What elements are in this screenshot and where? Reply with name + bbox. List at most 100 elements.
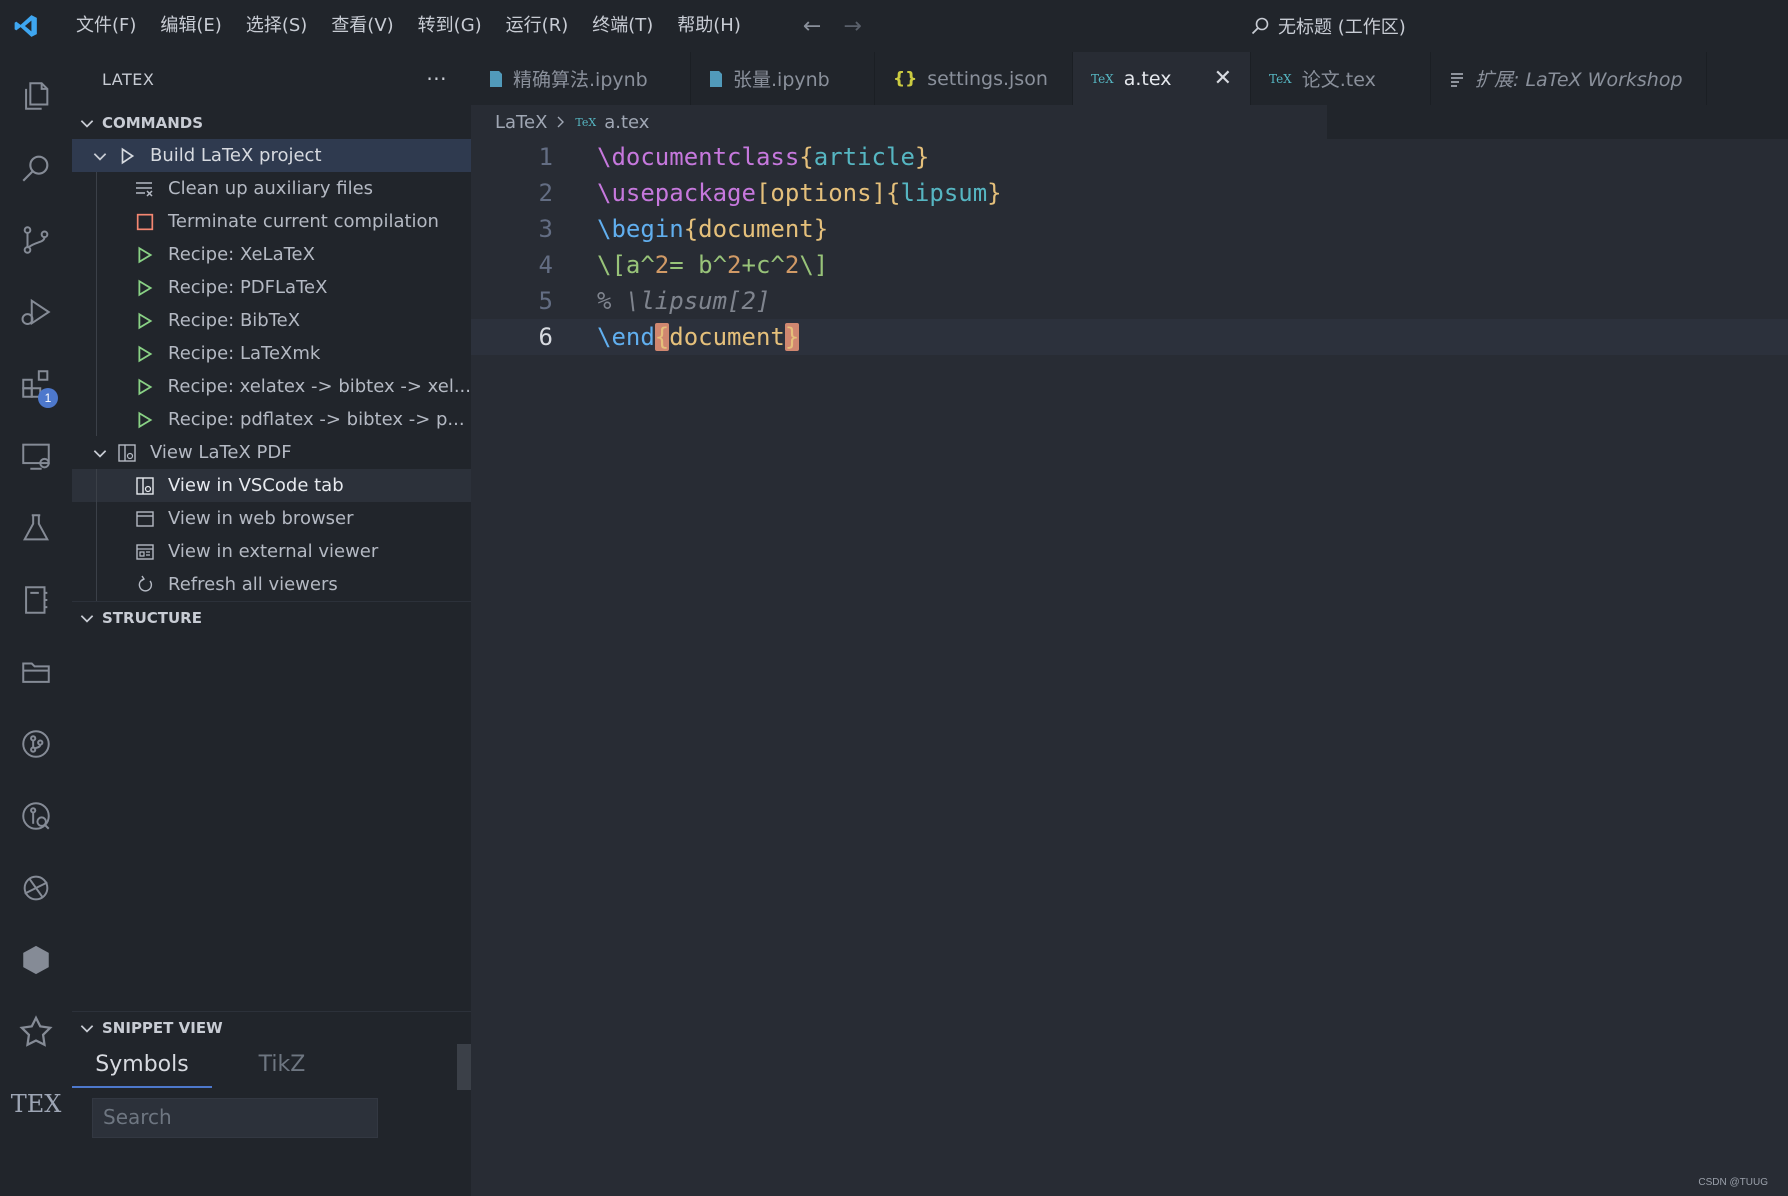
command-label: Recipe: XeLaTeX: [168, 244, 315, 265]
recipe-pdflatex-bibtex[interactable]: Recipe: pdflatex -> bibtex -> p...: [72, 403, 471, 436]
external-viewer-icon: [132, 541, 158, 563]
snippet-panel: Symbols TikZ Search: [72, 1044, 471, 1138]
tab-label: 论文.tex: [1301, 69, 1376, 91]
run-debug-icon[interactable]: [0, 276, 72, 348]
notebook-icon[interactable]: [0, 564, 72, 636]
code-content: \documentclass{article}: [597, 143, 930, 171]
tab-settings-json[interactable]: {} settings.json: [875, 52, 1073, 105]
tab-a-tex[interactable]: TeX a.tex ✕: [1073, 52, 1251, 105]
play-green-icon: [132, 376, 158, 398]
tab-extension-latex-workshop[interactable]: 扩展: LaTeX Workshop: [1431, 52, 1707, 105]
preview-icon: [132, 475, 158, 497]
code-editor[interactable]: 1 \documentclass{article} 2 \usepackage[…: [471, 139, 1788, 1196]
menu-selection[interactable]: 选择(S): [234, 0, 319, 52]
code-line-5[interactable]: 5 % \lipsum[2]: [471, 283, 1788, 319]
breadcrumb-file[interactable]: a.tex: [604, 112, 649, 133]
tab-label: 张量.ipynb: [733, 69, 830, 91]
command-label: Recipe: LaTeXmk: [168, 343, 321, 364]
tab-tikz[interactable]: TikZ: [212, 1044, 352, 1088]
code-content: \[a^2= b^2+c^2\]: [597, 251, 829, 279]
activity-bar: 1 TEX: [0, 52, 72, 1196]
snippet-scrollbar[interactable]: [457, 1044, 471, 1090]
command-label: Refresh all viewers: [168, 574, 338, 595]
forward-arrow-icon[interactable]: →: [843, 14, 861, 39]
folder-icon[interactable]: [0, 636, 72, 708]
recipe-latexmk[interactable]: Recipe: LaTeXmk: [72, 337, 471, 370]
menu-run[interactable]: 运行(R): [494, 0, 581, 52]
command-terminate[interactable]: Terminate current compilation: [72, 205, 471, 238]
command-clean-aux[interactable]: Clean up auxiliary files: [72, 172, 471, 205]
line-number: 6: [538, 323, 553, 351]
command-label: Recipe: xelatex -> bibtex -> xel...: [167, 376, 471, 397]
menu-terminal[interactable]: 终端(T): [580, 0, 665, 52]
code-content: \end{document}: [597, 323, 800, 351]
explorer-icon[interactable]: [0, 60, 72, 132]
hexagon-icon[interactable]: [0, 924, 72, 996]
breadcrumb-folder[interactable]: LaTeX: [495, 112, 547, 133]
chevron-down-icon[interactable]: [86, 444, 114, 462]
testing-icon[interactable]: [0, 492, 72, 564]
commands-section-title: COMMANDS: [102, 113, 204, 132]
code-line-1[interactable]: 1 \documentclass{article}: [471, 139, 1788, 175]
snippet-section-title: SNIPPET VIEW: [102, 1019, 223, 1037]
menu-edit[interactable]: 编辑(E): [148, 0, 233, 52]
command-build-latex[interactable]: Build LaTeX project: [72, 139, 471, 172]
editor-top-shade: [1327, 105, 1788, 139]
menu-go[interactable]: 转到(G): [406, 0, 494, 52]
title-bar: 文件(F) 编辑(E) 选择(S) 查看(V) 转到(G) 运行(R) 终端(T…: [0, 0, 1788, 52]
menu-view[interactable]: 查看(V): [319, 0, 405, 52]
snippet-search-input[interactable]: Search: [92, 1098, 378, 1138]
view-in-web-browser[interactable]: View in web browser: [72, 502, 471, 535]
commands-section-header[interactable]: COMMANDS: [72, 106, 471, 139]
stop-square-icon: [132, 211, 158, 233]
back-arrow-icon[interactable]: ←: [803, 14, 821, 39]
play-green-icon: [132, 409, 158, 431]
menu-file[interactable]: 文件(F): [64, 0, 148, 52]
nav-arrows: ← →: [803, 14, 862, 39]
tab-precise-algorithm-ipynb[interactable]: 精确算法.ipynb: [471, 52, 691, 105]
chevron-right-icon: [557, 116, 565, 128]
snippet-tabs: Symbols TikZ: [72, 1044, 471, 1088]
more-actions-icon[interactable]: ···: [426, 67, 447, 91]
snippet-section-header[interactable]: SNIPPET VIEW: [72, 1011, 471, 1044]
recipe-pdflatex[interactable]: Recipe: PDFLaTeX: [72, 271, 471, 304]
play-green-icon: [132, 310, 158, 332]
remote-explorer-icon[interactable]: [0, 420, 72, 492]
chevron-down-icon[interactable]: [86, 147, 114, 165]
menu-bar: 文件(F) 编辑(E) 选择(S) 查看(V) 转到(G) 运行(R) 终端(T…: [64, 0, 753, 52]
recipe-xelatex[interactable]: Recipe: XeLaTeX: [72, 238, 471, 271]
recipe-bibtex[interactable]: Recipe: BibTeX: [72, 304, 471, 337]
code-line-3[interactable]: 3 \begin{document}: [471, 211, 1788, 247]
gitlens-icon[interactable]: [0, 780, 72, 852]
tab-label: a.tex: [1123, 67, 1172, 90]
close-icon[interactable]: ✕: [1214, 66, 1232, 91]
structure-section-header[interactable]: STRUCTURE: [72, 601, 471, 634]
source-control-icon[interactable]: [0, 204, 72, 276]
tab-label: 扩展: LaTeX Workshop: [1475, 69, 1683, 91]
live-share-icon[interactable]: [0, 852, 72, 924]
refresh-all-viewers[interactable]: Refresh all viewers: [72, 568, 471, 601]
recipe-xelatex-bibtex[interactable]: Recipe: xelatex -> bibtex -> xel...: [72, 370, 471, 403]
tab-symbols[interactable]: Symbols: [72, 1044, 212, 1088]
structure-section-title: STRUCTURE: [102, 609, 202, 627]
extensions-icon[interactable]: 1: [0, 348, 72, 420]
command-view-pdf[interactable]: View LaTeX PDF: [72, 436, 471, 469]
tab-tensor-ipynb[interactable]: 张量.ipynb: [691, 52, 875, 105]
view-in-external-viewer[interactable]: View in external viewer: [72, 535, 471, 568]
command-label: Recipe: pdflatex -> bibtex -> p...: [168, 409, 465, 430]
menu-help[interactable]: 帮助(H): [665, 0, 753, 52]
command-center[interactable]: 无标题 (工作区): [1250, 0, 1406, 52]
search-icon[interactable]: [0, 132, 72, 204]
code-line-6[interactable]: 6 \end{document}: [471, 319, 1788, 355]
structure-panel: [72, 634, 471, 1011]
code-line-4[interactable]: 4 \[a^2= b^2+c^2\]: [471, 247, 1788, 283]
tab-thesis-tex[interactable]: TeX 论文.tex: [1251, 52, 1431, 105]
view-in-vscode-tab[interactable]: View in VSCode tab: [72, 469, 471, 502]
notebook-file-icon: [490, 70, 502, 87]
tex-icon[interactable]: TEX: [0, 1068, 72, 1140]
bug-icon[interactable]: [0, 996, 72, 1068]
git-graph-icon[interactable]: [0, 708, 72, 780]
command-label: Terminate current compilation: [168, 211, 439, 232]
code-content: \begin{document}: [597, 215, 829, 243]
code-line-2[interactable]: 2 \usepackage[options]{lipsum}: [471, 175, 1788, 211]
